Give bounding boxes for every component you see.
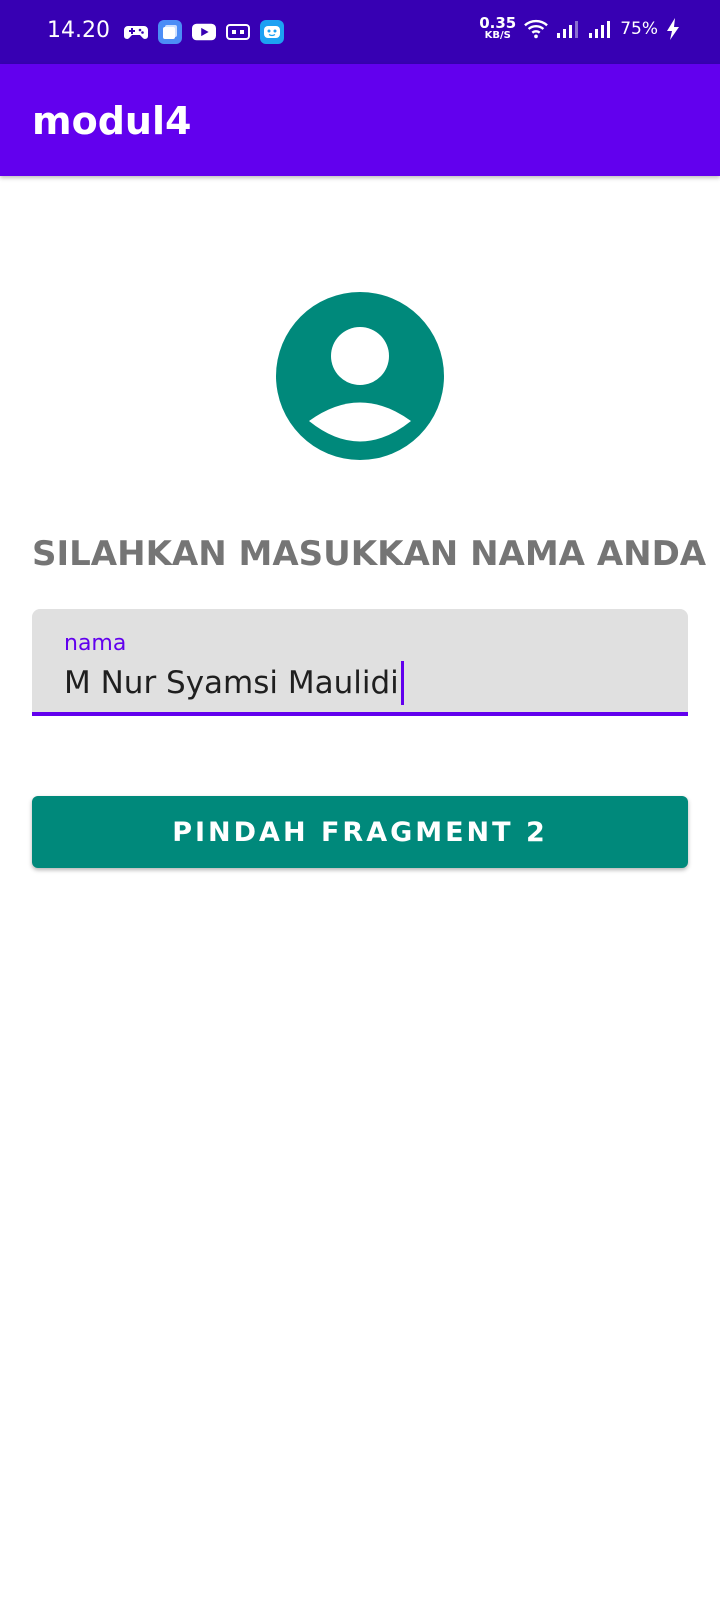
notification-icons xyxy=(124,20,284,44)
app-bar: modul4 xyxy=(0,64,720,176)
youtube-icon xyxy=(192,20,216,44)
signal-icon xyxy=(588,17,612,41)
status-bar: 14.20 0.35 KB/S 75% xyxy=(0,0,720,64)
name-field[interactable]: nama M Nur Syamsi Maulidi xyxy=(32,609,688,716)
net-speed-value: 0.35 xyxy=(479,14,517,32)
name-input[interactable]: M Nur Syamsi Maulidi xyxy=(64,661,404,705)
signal-icon xyxy=(556,17,580,41)
account-circle-icon xyxy=(276,292,444,460)
battery-level: 75% xyxy=(620,18,658,39)
charging-icon xyxy=(666,17,680,41)
system-status: 0.35 KB/S 75% xyxy=(479,16,680,41)
status-time: 14.20 xyxy=(47,18,110,43)
wifi-icon xyxy=(524,17,549,41)
name-field-label: nama xyxy=(64,631,127,656)
app-stack-icon xyxy=(158,20,182,44)
robot-face-icon xyxy=(260,20,284,44)
text-cursor xyxy=(400,661,404,705)
net-speed: 0.35 KB/S xyxy=(479,16,516,41)
name-input-value: M Nur Syamsi Maulidi xyxy=(64,665,399,701)
name-prompt: SILAHKAN MASUKKAN NAMA ANDA xyxy=(32,534,707,574)
cassette-icon xyxy=(226,20,250,44)
net-speed-unit: KB/S xyxy=(484,30,511,41)
app-title: modul4 xyxy=(32,99,192,143)
pindah-fragment-2-button[interactable]: PINDAH FRAGMENT 2 xyxy=(32,796,688,868)
gamepad-icon xyxy=(124,20,148,44)
